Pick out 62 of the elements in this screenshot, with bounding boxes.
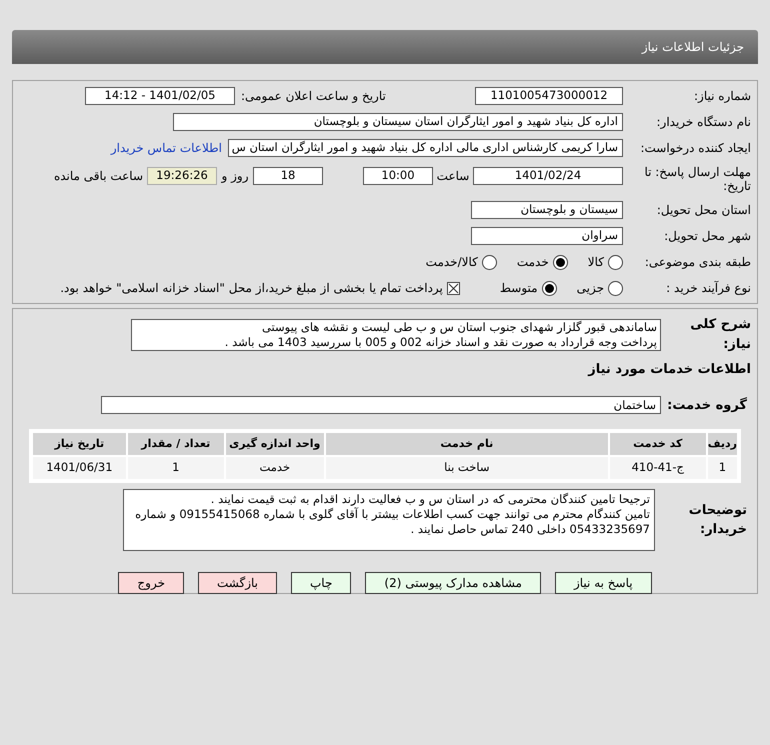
action-button[interactable]: پاسخ به نیاز <box>554 572 652 594</box>
text-field[interactable]: سارا کریمی کارشناس اداری مالی اداره کل بنیاد شهید و امور ایثارگران استان س <box>228 139 623 157</box>
field-label: شماره نیاز: <box>693 88 751 105</box>
radio-button[interactable] <box>482 254 497 270</box>
table-cell: خدمت <box>226 457 324 479</box>
field-label: شهر محل تحویل: <box>663 228 751 245</box>
field-label: طبقه بندی موضوعی: <box>644 254 751 271</box>
radio-button[interactable] <box>608 280 623 296</box>
action-button[interactable]: چاپ <box>291 572 352 594</box>
radio-button[interactable] <box>608 254 623 270</box>
radio-button[interactable] <box>542 280 557 296</box>
notes-line: تامین کنندگام محترم می توانند جهت کسب اطلاعات بیشتر با آقای گلوی با شماره 09155415068 و شماره 05433235697 داخلی 240 تماس حاصل نمایند . <box>134 507 650 537</box>
field-label: استان محل تحویل: <box>656 202 751 219</box>
field-label: نوع فرآیند خرید : <box>665 280 751 297</box>
field-label: گروه خدمت: <box>666 396 748 414</box>
countdown-field: 19:26:26 <box>147 167 217 185</box>
table-cell: 1 <box>708 457 737 479</box>
field-label: تاریخ و ساعت اعلان عمومی: <box>240 88 387 105</box>
column-header: ردیف <box>708 433 737 455</box>
option-label: کالا/خدمت <box>426 254 478 271</box>
action-button[interactable]: بازگشت <box>198 572 277 594</box>
text-field[interactable]: سراوان <box>471 227 623 245</box>
field-label: ساعت <box>436 168 470 185</box>
option-label: خدمت <box>516 254 549 271</box>
field-label: ساعت باقی مانده <box>54 168 143 185</box>
column-header: واحد اندازه گیری <box>226 433 324 455</box>
text-field[interactable]: 10:00 <box>363 167 433 185</box>
action-button[interactable]: مشاهده مدارک پیوستی (2) <box>365 572 541 594</box>
table-cell: 1401/06/31 <box>33 457 126 479</box>
radio-button[interactable] <box>552 254 568 270</box>
option-label: متوسط <box>500 280 538 297</box>
text-field[interactable]: 1401/02/05 - 14:12 <box>85 87 235 105</box>
checkbox[interactable] <box>446 282 460 294</box>
description-line: پرداخت وجه قرارداد به صورت نقد و اسناد خزانه 002 و 005 با سررسید 1403 می باشد . <box>224 334 657 350</box>
column-header: تاریخ نیاز <box>33 433 126 455</box>
notes-line: ترجیحا تامین کنندگان محترمی که در استان س و ب فعالیت دارند اقدام به ثبت قیمت نمایند . <box>210 492 650 507</box>
page-title: جزئیات اطلاعات نیاز <box>642 39 744 56</box>
field-label: ایجاد کننده درخواست: <box>639 140 751 157</box>
field-label: شرح کلی نیاز: <box>689 316 751 354</box>
text-field[interactable]: 1401/02/24 <box>473 167 623 185</box>
table-cell: ج-41-410 <box>610 457 706 479</box>
field-label: مهلت ارسال پاسخ: تا تاریخ: <box>643 165 751 193</box>
checkbox-label: پرداخت تمام یا بخشی از مبلغ خرید،از محل "اسناد خزانه اسلامی" خواهد بود. <box>60 280 443 297</box>
text-field[interactable]: 1101005473000012 <box>475 87 623 105</box>
text-field[interactable]: اداره کل بنیاد شهید و امور ایثارگران استان سیستان و بلوچستان <box>173 113 623 131</box>
table-cell: ساخت بنا <box>326 457 608 479</box>
table-cell: 1 <box>128 457 224 479</box>
section-title: اطلاعات خدمات مورد نیاز <box>588 361 751 379</box>
field-label: نام دستگاه خریدار: <box>656 114 751 131</box>
field-label: روز و <box>220 168 250 185</box>
text-field[interactable]: 18 <box>253 167 323 185</box>
column-header: کد خدمت <box>610 433 706 455</box>
text-field[interactable]: سیستان و بلوچستان <box>471 201 623 219</box>
option-label: جزیی <box>576 280 604 297</box>
text-field[interactable]: ساختمان <box>101 396 661 414</box>
column-header: تعداد / مقدار <box>128 433 224 455</box>
action-button[interactable]: خروج <box>118 572 184 594</box>
contact-link[interactable]: اطلاعات تماس خریدار <box>110 139 222 157</box>
field-label: توضیحات خریدار: <box>688 502 748 539</box>
option-label: کالا <box>588 254 604 271</box>
description-line: ساماندهی قبور گلزار شهدای جنوب استان س و ب طی لیست و نقشه های پیوستی <box>260 320 657 334</box>
column-header: نام خدمت <box>326 433 608 455</box>
